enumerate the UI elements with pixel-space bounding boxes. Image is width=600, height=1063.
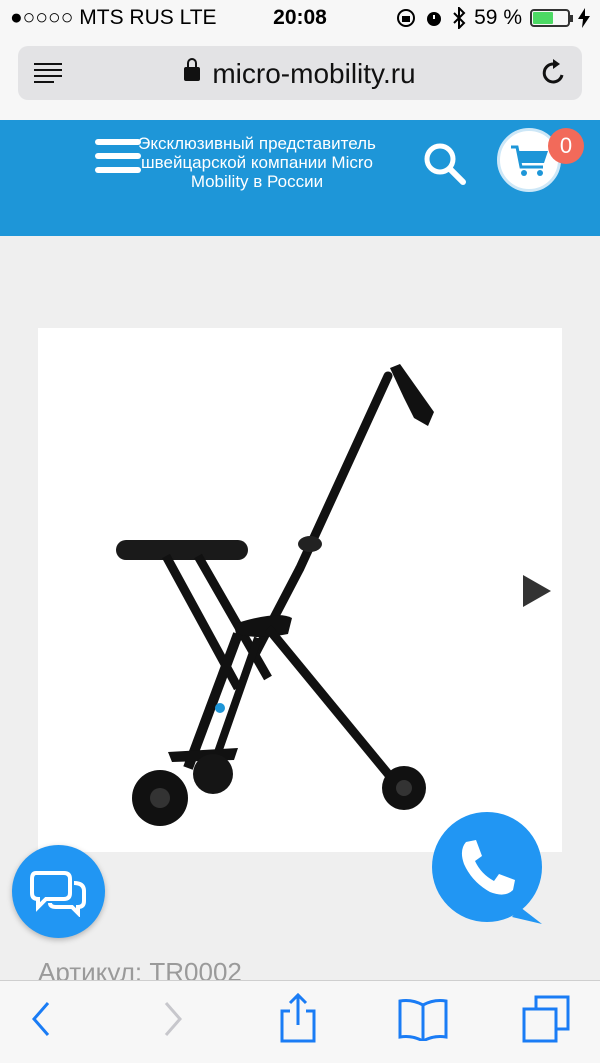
battery-icon	[530, 9, 573, 27]
url-text: micro-mobility.ru	[212, 58, 416, 89]
battery-fill	[533, 12, 554, 24]
url-field[interactable]: micro-mobility.ru	[18, 58, 582, 90]
cart-icon	[511, 145, 548, 176]
browser-toolbar	[0, 980, 600, 1063]
share-icon[interactable]	[278, 993, 318, 1043]
site-header: Эксклюзивный представитель швейцарской к…	[0, 120, 600, 236]
forward-icon	[164, 1002, 182, 1036]
battery-percent: 59 %	[474, 6, 522, 29]
status-bar: ●○○○○ MTS RUS LTE 20:08 59 %	[0, 0, 600, 38]
product-image[interactable]	[38, 328, 562, 852]
orientation-lock-icon	[397, 9, 416, 27]
back-icon[interactable]	[30, 997, 52, 1041]
cart-count-badge: 0	[548, 128, 584, 164]
tabs-icon[interactable]	[522, 995, 570, 1043]
next-image-arrow-icon[interactable]	[523, 575, 551, 607]
charging-icon	[578, 8, 590, 28]
reload-icon[interactable]	[540, 58, 568, 88]
lock-icon	[184, 58, 201, 81]
chat-button[interactable]	[12, 845, 105, 938]
address-bar[interactable]: micro-mobility.ru	[18, 46, 582, 100]
bluetooth-icon	[453, 7, 466, 29]
alarm-icon	[427, 12, 442, 26]
phone-icon[interactable]	[430, 812, 544, 926]
bookmarks-icon[interactable]	[398, 997, 448, 1041]
search-icon[interactable]	[422, 141, 468, 187]
header-tagline: Эксклюзивный представитель швейцарской к…	[138, 134, 376, 191]
chat-icon	[30, 871, 86, 917]
stroller-photo	[116, 364, 434, 826]
browser-chrome: micro-mobility.ru	[0, 38, 600, 120]
status-icons: 59 %	[396, 6, 590, 30]
